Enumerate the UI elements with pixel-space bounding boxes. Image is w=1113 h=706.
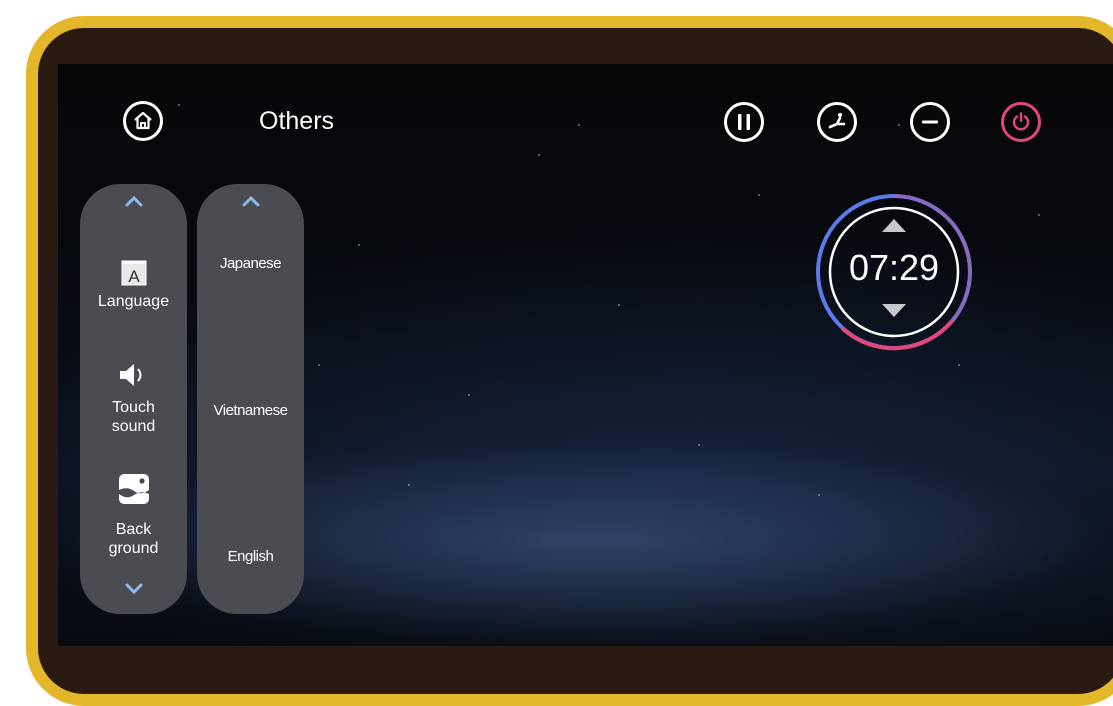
minus-icon <box>922 120 938 124</box>
language-icon: A <box>121 260 146 286</box>
menu-item-language[interactable]: A Language <box>80 258 187 311</box>
background-icon <box>118 474 149 504</box>
minus-button[interactable] <box>910 102 950 142</box>
menu-item-background[interactable]: Back ground <box>80 472 187 558</box>
menu-scroll-up-button[interactable] <box>80 194 187 208</box>
home-button[interactable] <box>123 101 163 141</box>
language-scroll-up-button[interactable] <box>197 194 304 208</box>
speaker-icon <box>119 364 141 386</box>
recline-icon <box>828 113 846 129</box>
recline-button[interactable] <box>817 102 857 142</box>
triangle-up-icon <box>882 219 906 232</box>
timer-dial: 07:29 <box>812 190 976 354</box>
triangle-down-icon <box>882 304 906 317</box>
language-option-english[interactable]: English <box>197 548 304 565</box>
menu-item-label: Touch sound <box>111 399 156 435</box>
page-title: Others <box>259 107 335 135</box>
power-icon <box>1012 112 1030 131</box>
language-option-vietnamese[interactable]: Vietnamese <box>197 402 304 419</box>
menu-item-label: Language <box>97 293 170 310</box>
home-icon <box>134 111 152 130</box>
chevron-up-icon <box>125 195 142 207</box>
pause-icon <box>738 114 750 130</box>
pause-button[interactable] <box>724 102 764 142</box>
menu-scroll-down-button[interactable] <box>80 582 187 596</box>
language-option-japanese[interactable]: Japanese <box>197 255 304 272</box>
timer-increase-button[interactable] <box>879 216 909 239</box>
svg-text:A: A <box>128 267 140 286</box>
menu-item-touch-sound[interactable]: Touch sound <box>80 360 187 436</box>
settings-menu: A Language Touch sound Back ground <box>80 184 187 614</box>
timer-decrease-button[interactable] <box>879 302 909 325</box>
timer-value: 07:29 <box>848 247 940 288</box>
menu-item-label: Back ground <box>108 521 159 557</box>
language-list: Japanese Vietnamese English <box>197 184 304 614</box>
chevron-up-icon <box>242 195 259 207</box>
power-button[interactable] <box>1001 102 1041 142</box>
chevron-down-icon <box>125 583 142 595</box>
